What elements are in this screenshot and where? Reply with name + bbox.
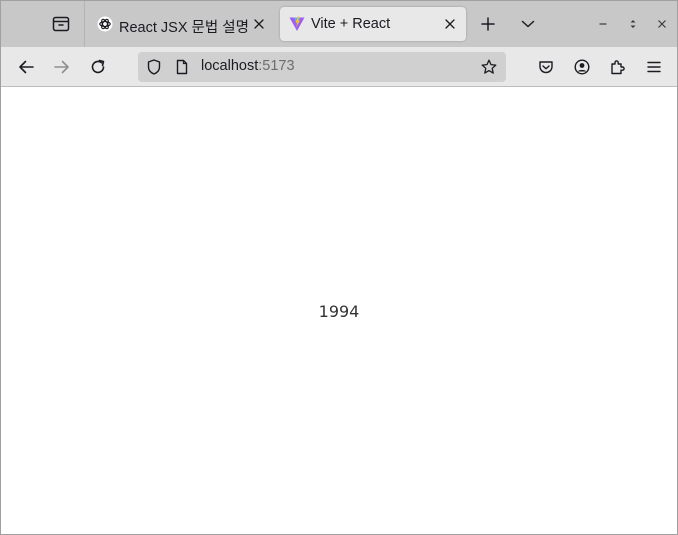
minimize-button[interactable] bbox=[593, 14, 613, 34]
url-bar[interactable]: localhost:5173 bbox=[138, 52, 506, 82]
arrow-left-icon bbox=[19, 60, 34, 74]
page-content: 1994 bbox=[1, 88, 677, 534]
hamburger-menu-icon bbox=[647, 61, 661, 73]
arrow-right-icon bbox=[54, 60, 69, 74]
menu-button[interactable] bbox=[640, 53, 668, 81]
tab-separator bbox=[84, 1, 85, 47]
maximize-icon bbox=[630, 20, 636, 28]
chatgpt-icon bbox=[97, 16, 113, 32]
tab-title: Vite + React bbox=[311, 16, 391, 32]
pocket-icon bbox=[539, 61, 553, 74]
close-tab-icon[interactable] bbox=[442, 16, 458, 32]
reload-button[interactable] bbox=[84, 53, 112, 81]
account-icon bbox=[574, 59, 590, 75]
chevron-down-icon bbox=[521, 20, 535, 28]
plus-icon bbox=[481, 17, 495, 31]
reload-icon bbox=[91, 59, 105, 74]
tab-vite-react[interactable]: Vite + React bbox=[280, 7, 466, 41]
close-icon bbox=[658, 20, 666, 28]
close-tab-icon[interactable] bbox=[251, 16, 267, 32]
page-text: 1994 bbox=[318, 302, 360, 321]
navigation-toolbar: localhost:5173 bbox=[1, 47, 677, 87]
new-tab-button[interactable] bbox=[474, 10, 502, 38]
vite-icon bbox=[289, 16, 305, 32]
url-text[interactable]: localhost:5173 bbox=[201, 58, 295, 74]
page-icon[interactable] bbox=[174, 59, 190, 75]
puzzle-icon bbox=[611, 60, 625, 75]
tab-strip: React JSX 문법 설명 Vite + React bbox=[1, 1, 677, 47]
tab-react-jsx[interactable]: React JSX 문법 설명 bbox=[88, 7, 275, 41]
pocket-button[interactable] bbox=[532, 53, 560, 81]
url-host: localhost bbox=[201, 58, 259, 74]
forward-button[interactable] bbox=[48, 53, 76, 81]
tab-manager-icon bbox=[52, 16, 70, 32]
tab-manager-button[interactable] bbox=[41, 7, 81, 41]
tab-title: React JSX 문법 설명 bbox=[119, 20, 249, 36]
close-window-button[interactable] bbox=[652, 14, 672, 34]
list-all-tabs-button[interactable] bbox=[514, 10, 542, 38]
maximize-button[interactable] bbox=[623, 14, 643, 34]
bookmark-star-icon[interactable] bbox=[481, 59, 497, 75]
extensions-button[interactable] bbox=[604, 53, 632, 81]
shield-icon[interactable] bbox=[146, 59, 162, 75]
url-port: :5173 bbox=[258, 58, 295, 74]
back-button[interactable] bbox=[12, 53, 40, 81]
browser-window: React JSX 문법 설명 Vite + React localhost:5… bbox=[0, 0, 678, 535]
minimize-icon bbox=[599, 23, 607, 25]
account-button[interactable] bbox=[568, 53, 596, 81]
